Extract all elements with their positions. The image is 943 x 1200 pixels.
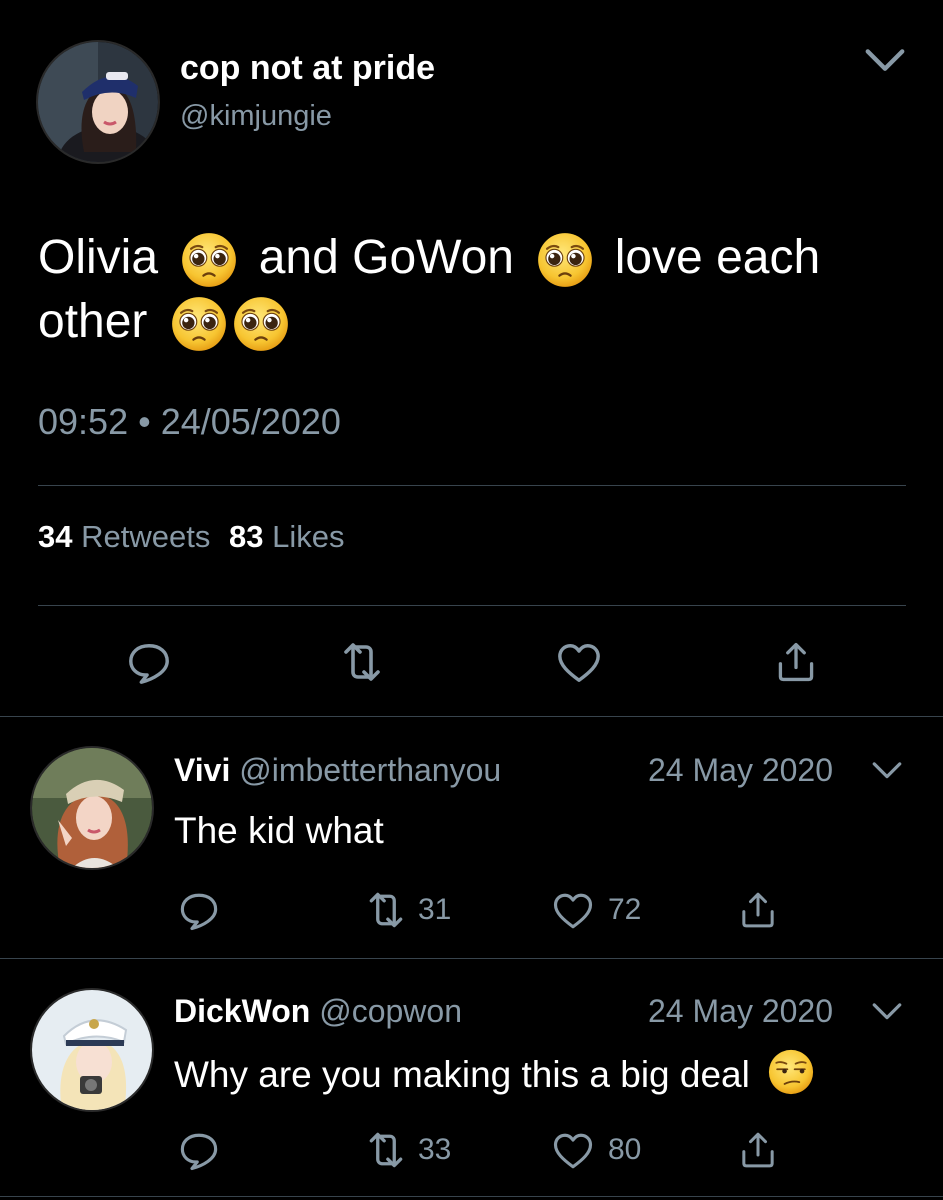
divider <box>0 716 943 717</box>
reply-header: Vivi @imbetterthanyou <box>174 750 501 790</box>
unamused-face-emoji <box>768 1049 814 1095</box>
reply-date[interactable]: 24 May 2020 <box>648 991 833 1031</box>
avatar-photo <box>32 748 152 868</box>
avatar-photo <box>32 990 152 1110</box>
tweet-date: 24/05/2020 <box>160 401 341 442</box>
display-name[interactable]: Vivi <box>174 752 230 788</box>
tweet-text-word: other <box>38 295 148 348</box>
avatar-photo <box>38 42 158 162</box>
like-icon[interactable] <box>552 890 594 932</box>
likes-count: 83 <box>228 519 264 554</box>
reply-icon[interactable] <box>178 1130 220 1172</box>
reply-icon[interactable] <box>126 640 172 686</box>
divider <box>0 958 943 959</box>
likes-label: Likes <box>272 519 345 554</box>
handle[interactable]: @imbetterthanyou <box>239 752 501 788</box>
retweet-icon[interactable] <box>364 1128 408 1172</box>
retweets-label: Retweets <box>81 519 211 554</box>
divider <box>38 605 906 606</box>
avatar[interactable] <box>30 746 154 870</box>
retweet-icon[interactable] <box>338 638 386 686</box>
pleading-face-emoji <box>171 296 227 352</box>
display-name[interactable]: cop not at pride <box>180 48 435 88</box>
divider <box>38 485 906 486</box>
tweet-text-word: love each <box>614 231 821 284</box>
retweets-stat[interactable]: 34 Retweets <box>38 519 219 554</box>
avatar[interactable] <box>30 988 154 1112</box>
tweet-stats: 34 Retweets 83 Likes <box>38 517 344 557</box>
tweet-timestamp[interactable]: 09:52 • 24/05/2020 <box>38 400 341 444</box>
retweet-count: 33 <box>418 1133 452 1166</box>
like-icon[interactable] <box>552 1130 594 1172</box>
divider <box>0 1196 943 1197</box>
tweet-time: 09:52 <box>38 401 129 442</box>
tweet-text-word: Olivia <box>38 231 159 284</box>
reply-text: The kid what <box>174 810 384 851</box>
reply-icon[interactable] <box>178 890 220 932</box>
chevron-down-icon[interactable] <box>870 995 904 1029</box>
like-count: 80 <box>608 1133 642 1166</box>
dot-separator: • <box>138 401 151 442</box>
retweet-count: 31 <box>418 893 452 926</box>
pleading-face-emoji <box>181 232 237 288</box>
handle[interactable]: @kimjungie <box>180 98 332 134</box>
share-icon[interactable] <box>774 640 818 684</box>
retweet-icon[interactable] <box>364 888 408 932</box>
likes-stat[interactable]: 83 Likes <box>229 519 344 554</box>
display-name[interactable]: DickWon <box>174 993 310 1029</box>
handle[interactable]: @copwon <box>319 993 462 1029</box>
like-icon[interactable] <box>556 640 602 686</box>
share-icon[interactable] <box>738 890 778 930</box>
reply-header: DickWon @copwon <box>174 991 462 1031</box>
like-count: 72 <box>608 893 642 926</box>
reply-text-content: Why are you making this a big deal <box>174 1054 750 1095</box>
chevron-down-icon[interactable] <box>870 754 904 788</box>
share-icon[interactable] <box>738 1130 778 1170</box>
avatar[interactable] <box>36 40 160 164</box>
reply-text: Why are you making this a big deal <box>174 1049 814 1098</box>
reply-date[interactable]: 24 May 2020 <box>648 750 833 790</box>
tweet-text-word: and GoWon <box>258 231 514 284</box>
retweets-count: 34 <box>38 519 73 554</box>
pleading-face-emoji <box>537 232 593 288</box>
chevron-down-icon[interactable] <box>862 38 908 84</box>
pleading-face-emoji <box>233 296 289 352</box>
tweet-text: Olivia and GoWon love each other <box>38 226 918 354</box>
